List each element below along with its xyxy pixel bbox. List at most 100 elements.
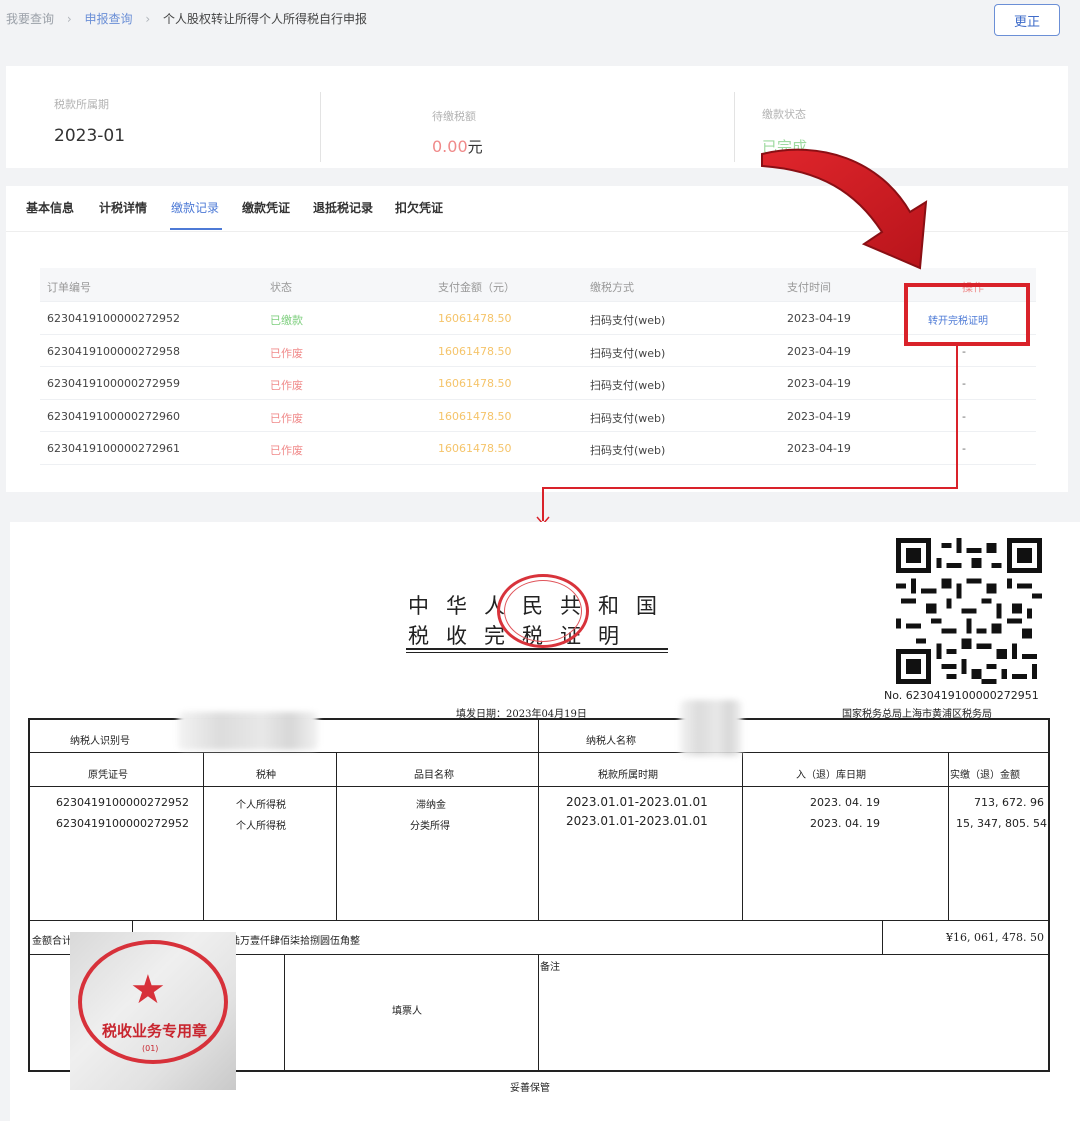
col-header-status: 状态: [270, 281, 292, 294]
period-value: 2023-01: [54, 126, 126, 146]
table-rule: [30, 920, 1048, 921]
table-rule: [284, 954, 285, 1070]
taxpayer-name-label: 纳税人名称: [586, 736, 636, 747]
status-label: 缴款状态: [762, 108, 806, 121]
payment-method: 扫码支付(web): [590, 379, 666, 392]
stamp-star-icon: ★: [130, 967, 166, 1013]
status-badge: 已作废: [270, 346, 303, 360]
table-rule: [742, 752, 743, 920]
col-voucher-no: 原凭证号: [88, 770, 128, 781]
order-number: 6230419100000272961: [47, 442, 180, 455]
table-row: 6230419100000272959 已作废 16061478.50 扫码支付…: [40, 367, 1036, 400]
total-amount: ¥16, 061, 478. 50: [946, 931, 1044, 944]
breadcrumb-separator-icon: ›: [66, 12, 72, 26]
breadcrumb-item-declaration-query[interactable]: 申报查询: [84, 12, 132, 26]
tab-deduction-vouchers[interactable]: 扣欠凭证: [395, 199, 443, 216]
amount-unit: 元: [467, 138, 483, 156]
table-row: 6230419100000272961 已作废 16061478.50 扫码支付…: [40, 432, 1036, 465]
stamp-subtext: (01): [142, 1044, 159, 1053]
official-seal-inner-ring: [504, 580, 582, 642]
certificate-footer: 妥善保管: [510, 1083, 550, 1094]
amount-number: 0.00: [432, 137, 468, 156]
line-period: 2023.01.01-2023.01.01: [566, 795, 708, 809]
operation-empty: -: [962, 344, 966, 358]
correct-button[interactable]: 更正: [994, 4, 1060, 36]
amount-label: 待缴税额: [432, 110, 476, 123]
line-item: 滞纳金: [416, 800, 446, 811]
stamp-text: 税收业务专用章: [102, 1022, 208, 1040]
col-tax-type: 税种: [256, 770, 276, 781]
order-number: 6230419100000272952: [47, 312, 180, 325]
order-number: 6230419100000272958: [47, 344, 180, 358]
col-tax-period: 税款所属时期: [598, 770, 658, 781]
title-underline: [406, 652, 668, 653]
summary-divider: [734, 92, 735, 162]
line-item: 分类所得: [410, 821, 450, 832]
breadcrumb-item-query[interactable]: 我要查询: [6, 12, 54, 26]
payment-amount: 16061478.50: [438, 344, 512, 358]
table-rule: [538, 720, 539, 920]
table-row: 6230419100000272960 已作废 16061478.50 扫码支付…: [40, 400, 1036, 432]
payment-amount: 16061478.50: [438, 442, 512, 455]
remark-label: 备注: [540, 962, 560, 973]
tab-basic-info[interactable]: 基本信息: [26, 199, 74, 216]
filler-label: 填票人: [392, 1006, 422, 1017]
line-amount: 15, 347, 805. 54: [956, 817, 1047, 830]
line-voucher: 6230419100000272952: [56, 796, 189, 809]
operation-empty: -: [962, 377, 966, 390]
payment-time: 2023-04-19: [787, 377, 851, 390]
line-period: 2023.01.01-2023.01.01: [566, 814, 708, 828]
status-badge: 已作废: [270, 444, 303, 457]
line-tax: 个人所得税: [236, 821, 286, 832]
operation-empty: -: [962, 442, 966, 455]
amount-value: 0.00元: [432, 136, 483, 157]
annotation-connector: [542, 487, 958, 489]
table-rule: [336, 752, 337, 920]
payment-table: 订单编号 状态 支付金额（元） 缴税方式 支付时间 操作 62304191000…: [40, 268, 1036, 465]
status-badge: 已作废: [270, 411, 303, 425]
order-number: 6230419100000272959: [47, 377, 180, 390]
line-voucher: 6230419100000272952: [56, 817, 189, 830]
qr-code-icon: [896, 538, 1042, 684]
breadcrumb-separator-icon: ›: [145, 12, 151, 26]
tab-tax-details[interactable]: 计税详情: [99, 199, 147, 216]
redacted-taxpayer-name: [680, 700, 742, 756]
taxpayer-id-label: 纳税人识别号: [70, 736, 130, 747]
line-amount: 713, 672. 96: [974, 796, 1044, 809]
col-paid-amount: 实缴（退）金额: [950, 770, 1020, 781]
payment-method: 扫码支付(web): [590, 411, 666, 425]
payment-method: 扫码支付(web): [590, 346, 666, 360]
redacted-taxpayer-id: [178, 712, 318, 750]
tab-refund-records[interactable]: 退抵税记录: [313, 199, 373, 216]
total-label: 金额合计: [32, 936, 72, 947]
tab-payment-vouchers[interactable]: 缴款凭证: [242, 199, 290, 216]
tab-payment-records[interactable]: 缴款记录: [171, 199, 219, 216]
col-item-name: 品目名称: [414, 770, 454, 781]
table-rule: [30, 752, 1048, 753]
line-tax: 个人所得税: [236, 800, 286, 811]
payment-method: 扫码支付(web): [590, 314, 666, 327]
top-bar: 我要查询 › 申报查询 › 个人股权转让所得个人所得税自行申报 更正: [0, 0, 1080, 40]
table-row: 6230419100000272952 已缴款 16061478.50 扫码支付…: [40, 302, 1036, 335]
payment-time: 2023-04-19: [787, 312, 851, 325]
breadcrumb-item-current: 个人股权转让所得个人所得税自行申报: [162, 12, 367, 26]
title-underline: [406, 648, 668, 650]
breadcrumb: 我要查询 › 申报查询 › 个人股权转让所得个人所得税自行申报: [6, 10, 367, 27]
payment-method: 扫码支付(web): [590, 444, 666, 457]
order-number: 6230419100000272960: [47, 409, 180, 423]
table-rule: [882, 920, 883, 954]
col-storage-date: 入（退）库日期: [796, 770, 866, 781]
annotation-arrow-icon: [761, 148, 928, 270]
certificate-number: No. 6230419100000272951: [884, 689, 1039, 702]
line-date: 2023. 04. 19: [810, 796, 880, 809]
payment-amount: 16061478.50: [438, 409, 512, 423]
table-rule: [30, 786, 1048, 787]
col-header-method: 缴税方式: [590, 281, 634, 294]
col-header-amount: 支付金额（元）: [438, 281, 515, 294]
summary-divider: [320, 92, 321, 162]
payment-time: 2023-04-19: [787, 442, 851, 455]
payment-amount: 16061478.50: [438, 312, 512, 325]
period-label: 税款所属期: [54, 98, 109, 111]
table-rule: [538, 954, 539, 1070]
col-header-order: 订单编号: [47, 281, 91, 294]
